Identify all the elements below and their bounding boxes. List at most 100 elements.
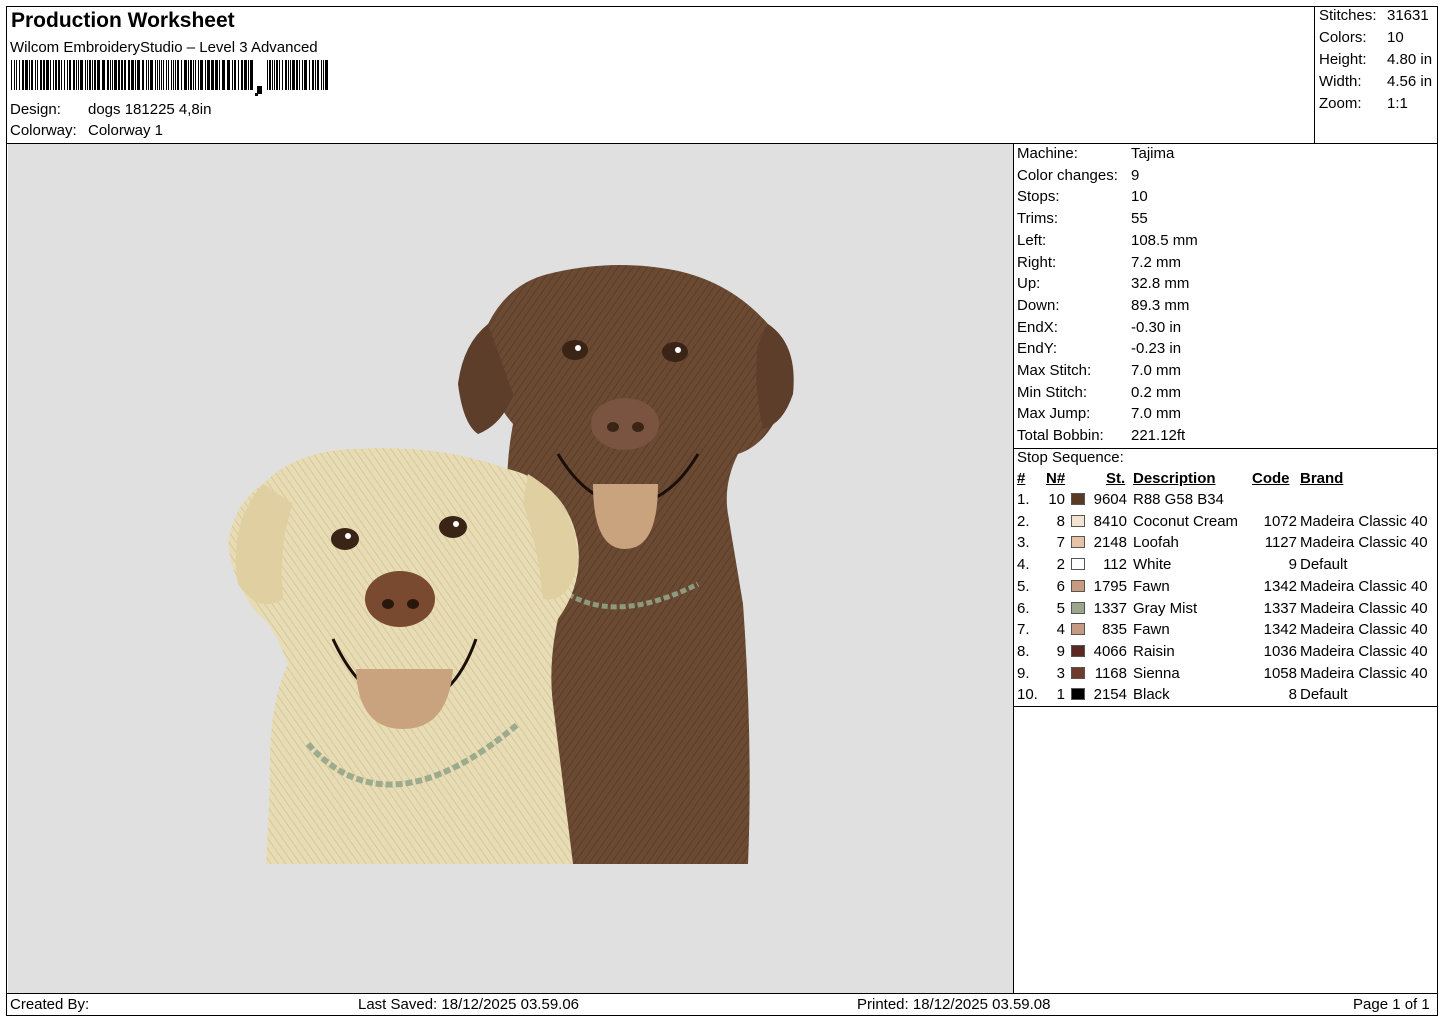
machine-info-value: 108.5 mm (1131, 231, 1198, 249)
col-header-brand: Brand (1300, 470, 1344, 487)
machine-info-label: Max Jump: (1017, 405, 1091, 423)
col-header-code: Code (1252, 470, 1290, 487)
stitch-count: 4066 (1093, 642, 1127, 660)
page-title: Production Worksheet (11, 9, 235, 32)
thread-brand: Default (1300, 556, 1348, 574)
machine-info-value: 0.2 mm (1131, 383, 1182, 401)
created-by: Created By: (10, 996, 90, 1013)
preview-divider (1013, 143, 1014, 994)
summary-value: 31631 (1387, 7, 1429, 24)
thread-brand: Madeira Classic 40 (1300, 664, 1428, 682)
summary-value: 1:1 (1387, 95, 1408, 112)
design-value: dogs 181225 4,8in (88, 101, 212, 118)
stitch-count: 1337 (1093, 599, 1127, 617)
thread-description: Fawn (1133, 577, 1170, 595)
stop-sequence-row: 2. 8 8410 Coconut Cream 1072 Madeira Classic … (1017, 511, 1435, 533)
thread-code: 1072 (1263, 512, 1297, 530)
color-swatch (1071, 601, 1085, 614)
machine-info-label: Color changes: (1017, 166, 1118, 184)
color-swatch (1071, 514, 1085, 527)
thread-brand: Madeira Classic 40 (1300, 599, 1428, 617)
color-swatch (1071, 644, 1085, 657)
stitch-count: 9604 (1093, 491, 1127, 508)
header-divider-vertical (1314, 6, 1315, 143)
color-swatch (1071, 623, 1085, 636)
row-index: 7. (1017, 621, 1030, 639)
needle-number: 7 (1056, 534, 1065, 552)
needle-number: 10 (1048, 491, 1065, 508)
thread-code: 1036 (1263, 642, 1297, 660)
colorway-label: Colorway: (10, 122, 77, 139)
machine-info-value: Tajima (1131, 145, 1175, 162)
thread-brand: Madeira Classic 40 (1300, 534, 1428, 552)
thread-brand: Madeira Classic 40 (1300, 577, 1428, 595)
machine-info-value: 89.3 mm (1131, 296, 1190, 314)
needle-number: 2 (1056, 556, 1065, 574)
thread-description: Loofah (1133, 534, 1179, 552)
row-index: 8. (1017, 642, 1030, 660)
stop-sequence-row: 7. 4 835 Fawn 1342 Madeira Classic 40 (1017, 619, 1435, 641)
last-saved: Last Saved: 18/12/2025 03.59.06 (358, 996, 580, 1013)
stitch-count: 2154 (1093, 686, 1127, 704)
machine-info-value: -0.30 in (1131, 318, 1182, 336)
summary-label: Colors: (1319, 29, 1367, 46)
stop-sequence-title: Stop Sequence: (1017, 449, 1124, 466)
barcode-graphic (11, 60, 328, 96)
stitch-count: 2148 (1093, 534, 1127, 552)
machine-info-label: Trims: (1017, 210, 1059, 228)
machine-info-value: 9 (1131, 166, 1140, 184)
machine-info-label: Left: (1017, 231, 1047, 249)
color-swatch (1071, 688, 1085, 701)
row-index: 5. (1017, 577, 1030, 595)
col-header-description: Description (1133, 470, 1216, 487)
thread-code: 1342 (1263, 577, 1297, 595)
machine-info-label: Max Stitch: (1017, 362, 1092, 379)
summary-value: 4.56 in (1387, 73, 1433, 90)
printed-date: Printed: 18/12/2025 03.59.08 (857, 996, 1051, 1013)
needle-number: 3 (1056, 664, 1065, 682)
stop-sequence-row: 1. 10 9604 R88 G58 B34 (1017, 489, 1435, 511)
thread-description: Raisin (1133, 642, 1175, 660)
machine-info-value: 7.2 mm (1131, 253, 1182, 271)
machine-info-label: EndY: (1017, 340, 1058, 358)
stop-sequence-row: 3. 7 2148 Loofah 1127 Madeira Classic 40 (1017, 532, 1435, 554)
stop-sequence-row: 8. 9 4066 Raisin 1036 Madeira Classic 40 (1017, 641, 1435, 663)
thread-description: Fawn (1133, 621, 1170, 639)
row-index: 6. (1017, 599, 1030, 617)
col-header-idx: # (1017, 470, 1026, 487)
machine-info-value: 7.0 mm (1131, 405, 1182, 423)
summary-value: 10 (1387, 29, 1404, 46)
thread-brand: Madeira Classic 40 (1300, 642, 1428, 660)
thread-code: 9 (1288, 556, 1297, 574)
machine-info-value: 55 (1131, 210, 1148, 228)
design-preview (8, 144, 1013, 993)
needle-number: 8 (1056, 512, 1065, 530)
needle-number: 1 (1056, 686, 1065, 704)
software-name: Wilcom EmbroideryStudio – Level 3 Advanc… (10, 39, 318, 56)
machine-info-label: Stops: (1017, 188, 1060, 206)
light-dog (228, 448, 579, 864)
color-swatch (1071, 536, 1085, 549)
thread-brand: Madeira Classic 40 (1300, 621, 1428, 639)
col-header-n: N# (1046, 470, 1066, 487)
color-swatch (1071, 493, 1085, 505)
thread-code: 1342 (1263, 621, 1297, 639)
stop-sequence-row: 9. 3 1168 Sienna 1058 Madeira Classic 40 (1017, 663, 1435, 685)
stitch-count: 1795 (1093, 577, 1127, 595)
thread-code: 1127 (1264, 534, 1297, 552)
thread-description: Black (1133, 686, 1170, 704)
row-index: 4. (1017, 556, 1030, 574)
thread-description: Coconut Cream (1133, 512, 1239, 530)
machine-info-label: Up: (1017, 275, 1041, 293)
color-swatch (1071, 579, 1085, 592)
stitch-count: 8410 (1093, 512, 1127, 530)
machine-info-label: Min Stitch: (1017, 383, 1088, 401)
machine-info-value: 7.0 mm (1131, 362, 1182, 379)
thread-code: 1337 (1263, 599, 1297, 617)
thread-description: Sienna (1133, 664, 1180, 682)
summary-label: Zoom: (1319, 95, 1362, 112)
row-index: 1. (1017, 491, 1030, 508)
thread-code: 1058 (1263, 664, 1297, 682)
machine-info-value: 10 (1131, 188, 1148, 206)
summary-value: 4.80 in (1387, 51, 1433, 68)
